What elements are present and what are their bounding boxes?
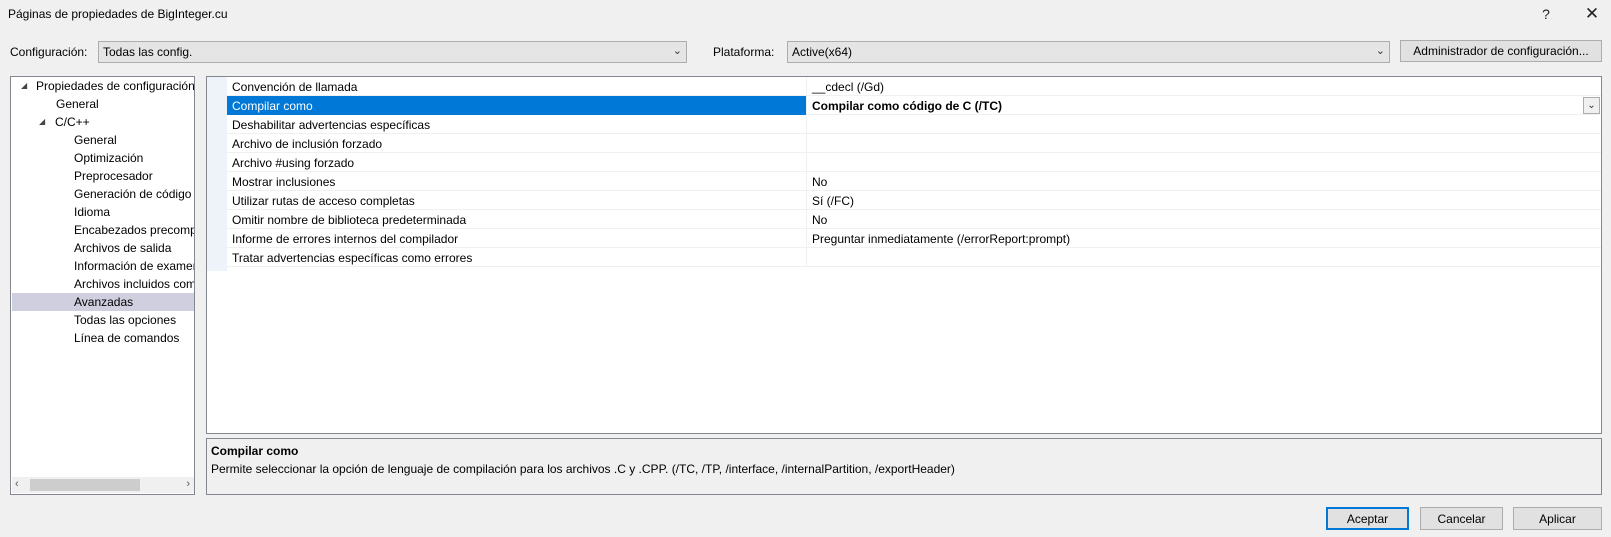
- horizontal-scrollbar[interactable]: ‹ ›: [12, 477, 194, 493]
- tree-item-cpp-general[interactable]: General: [74, 131, 117, 149]
- property-name: Deshabilitar advertencias específicas: [232, 118, 431, 132]
- tree-item-output-files[interactable]: Archivos de salida: [74, 239, 171, 257]
- platform-value: Active(x64): [792, 45, 853, 59]
- apply-button[interactable]: Aplicar: [1513, 507, 1602, 530]
- expanded-triangle-icon: ◢: [39, 117, 46, 126]
- property-name: Compilar como: [232, 99, 313, 113]
- tree-item-general[interactable]: General: [56, 95, 99, 113]
- property-value: No: [812, 213, 828, 227]
- tree-item-preprocessor[interactable]: Preprocesador: [74, 167, 153, 185]
- config-label: Configuración:: [10, 45, 88, 59]
- property-name: Informe de errores internos del compilad…: [232, 232, 459, 246]
- tree-item-precompiled-headers[interactable]: Encabezados precompilados: [74, 221, 194, 239]
- property-value: Compilar como código de C (/TC): [812, 99, 1003, 113]
- selection-highlight: [227, 96, 806, 115]
- scroll-right-icon[interactable]: ›: [186, 478, 190, 490]
- property-value: Sí (/FC): [812, 194, 854, 208]
- property-value: Preguntar inmediatamente (/errorReport:p…: [812, 232, 1071, 246]
- config-dropdown[interactable]: Todas las config. ⌄: [98, 41, 687, 63]
- expanded-triangle-icon: ◢: [21, 81, 28, 90]
- property-name: Archivo de inclusión forzado: [232, 137, 383, 151]
- property-row-disable-warnings[interactable]: Deshabilitar advertencias específicas: [227, 115, 1601, 134]
- config-value: Todas las config.: [103, 45, 193, 59]
- property-tree[interactable]: ◢ Propiedades de configuración General ◢…: [10, 76, 195, 495]
- tree-item-cpp[interactable]: ◢ C/C++: [39, 113, 90, 131]
- scroll-left-icon[interactable]: ‹: [15, 478, 19, 490]
- property-name: Mostrar inclusiones: [232, 175, 336, 189]
- property-name: Omitir nombre de biblioteca predetermina…: [232, 213, 467, 227]
- cancel-button[interactable]: Cancelar: [1420, 507, 1503, 530]
- tree-item-advanced[interactable]: Avanzadas: [74, 293, 133, 311]
- tree-item-included-files[interactable]: Archivos incluidos como: [74, 275, 194, 293]
- close-button[interactable]: ✕: [1574, 2, 1610, 26]
- property-row-treat-warnings-as-errors[interactable]: Tratar advertencias específicas como err…: [227, 248, 1601, 267]
- tree-item-config-properties[interactable]: ◢ Propiedades de configuración: [21, 77, 194, 95]
- property-grid[interactable]: Convención de llamada __cdecl (/Gd) Comp…: [206, 76, 1602, 434]
- help-button[interactable]: ?: [1528, 2, 1564, 26]
- tree-item-browse-info[interactable]: Información de examen: [74, 257, 194, 275]
- chevron-down-icon: ⌄: [1375, 45, 1385, 57]
- chevron-down-icon[interactable]: ⌄: [1583, 97, 1600, 114]
- config-manager-button[interactable]: Administrador de configuración...: [1400, 40, 1602, 62]
- tree-item-optimization[interactable]: Optimización: [74, 149, 143, 167]
- tree-item-code-generation[interactable]: Generación de código: [74, 185, 191, 203]
- platform-label: Plataforma:: [713, 45, 775, 59]
- property-name: Utilizar rutas de acceso completas: [232, 194, 415, 208]
- property-row-forced-include[interactable]: Archivo de inclusión forzado: [227, 134, 1601, 153]
- property-row-forced-using[interactable]: Archivo #using forzado: [227, 153, 1601, 172]
- ok-button[interactable]: Aceptar: [1326, 507, 1409, 530]
- grid-gutter: [207, 77, 227, 271]
- property-row-show-includes[interactable]: Mostrar inclusiones No: [227, 172, 1601, 191]
- chevron-down-icon: ⌄: [672, 45, 682, 57]
- property-name: Archivo #using forzado: [232, 156, 355, 170]
- description-panel: Compilar como Permite seleccionar la opc…: [206, 438, 1602, 495]
- property-name: Tratar advertencias específicas como err…: [232, 251, 473, 265]
- scrollbar-thumb[interactable]: [30, 479, 140, 491]
- description-text: Permite seleccionar la opción de lenguaj…: [211, 462, 955, 476]
- property-row-error-report[interactable]: Informe de errores internos del compilad…: [227, 229, 1601, 248]
- property-name: Convención de llamada: [232, 80, 358, 94]
- property-row-calling-convention[interactable]: Convención de llamada __cdecl (/Gd): [227, 77, 1601, 96]
- property-row-compile-as[interactable]: Compilar como Compilar como código de C …: [227, 96, 1601, 115]
- property-row-full-paths[interactable]: Utilizar rutas de acceso completas Sí (/…: [227, 191, 1601, 210]
- window-title: Páginas de propiedades de BigInteger.cu: [8, 7, 228, 21]
- tree-item-all-options[interactable]: Todas las opciones: [74, 311, 176, 329]
- tree-item-language[interactable]: Idioma: [74, 203, 110, 221]
- property-value: __cdecl (/Gd): [812, 80, 885, 94]
- description-title: Compilar como: [211, 444, 299, 458]
- platform-dropdown[interactable]: Active(x64) ⌄: [787, 41, 1390, 63]
- tree-item-command-line[interactable]: Línea de comandos: [74, 329, 179, 347]
- property-row-omit-default-lib[interactable]: Omitir nombre de biblioteca predetermina…: [227, 210, 1601, 229]
- property-value: No: [812, 175, 828, 189]
